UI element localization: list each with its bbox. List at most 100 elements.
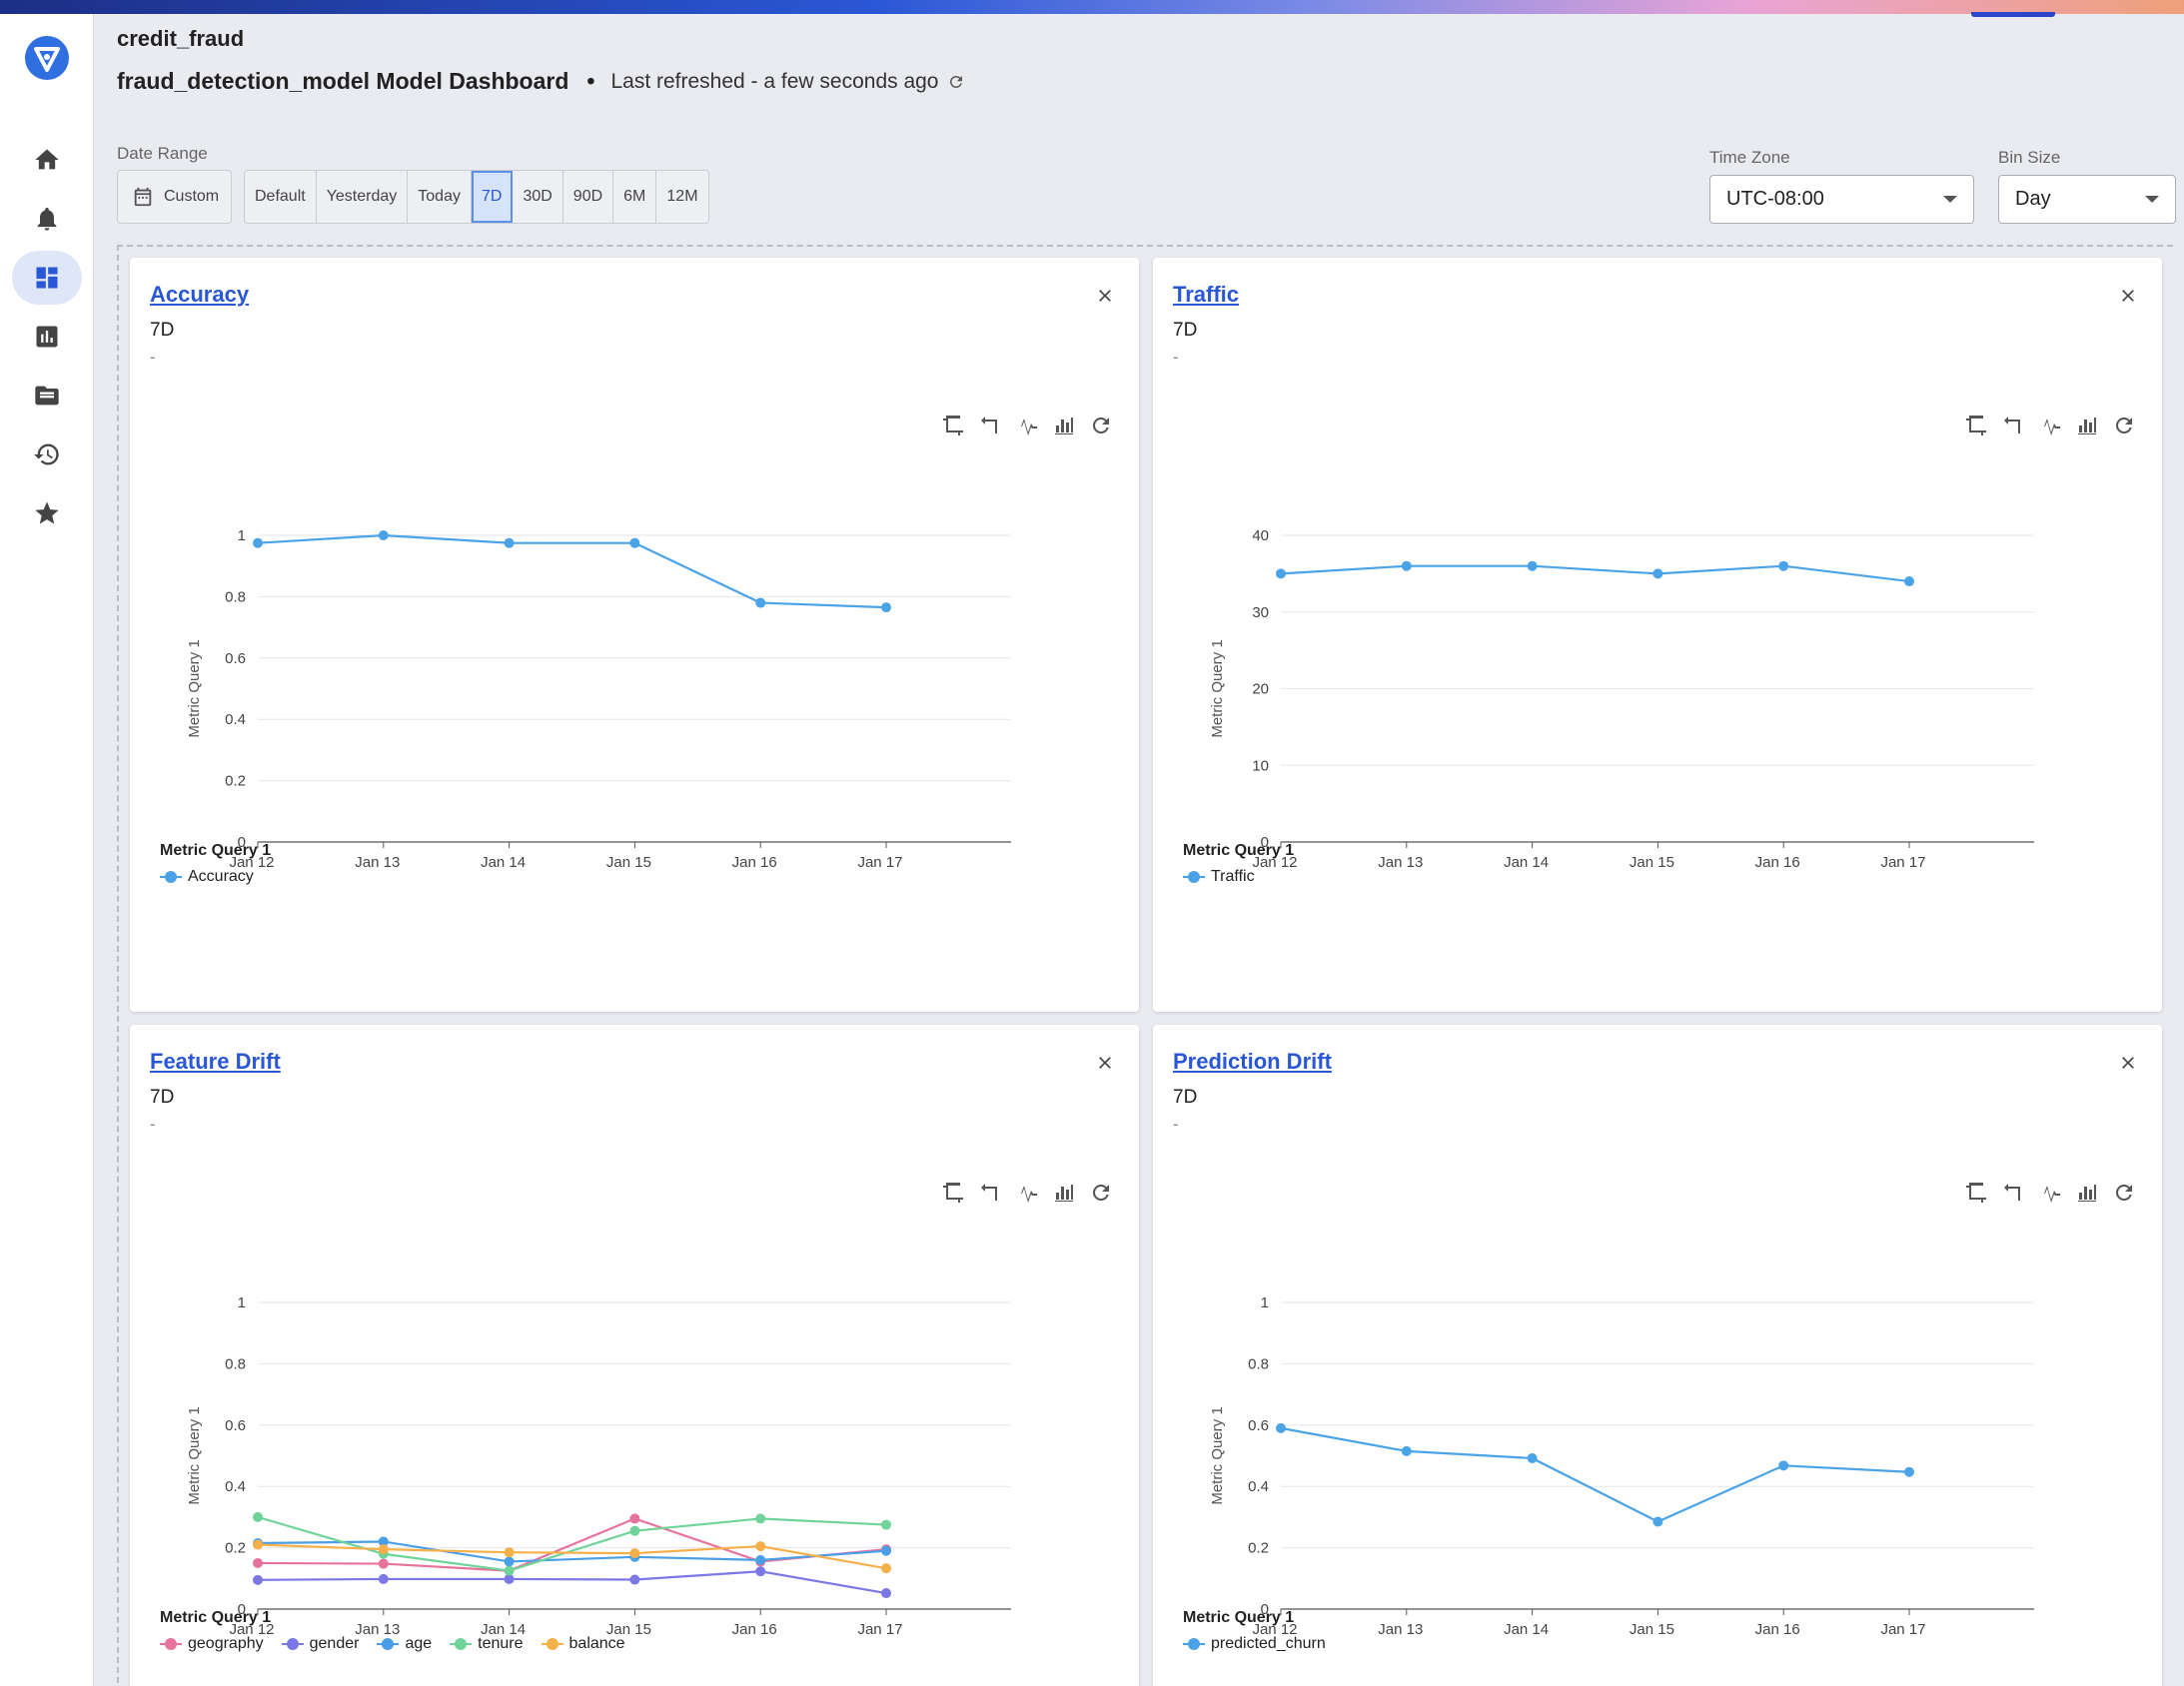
series-line-traffic[interactable] xyxy=(1280,564,1910,583)
sidebar-item-charts[interactable] xyxy=(12,310,82,364)
bar-mode-icon[interactable] xyxy=(1052,1181,1076,1205)
zoom-reset-icon[interactable] xyxy=(978,1181,1002,1205)
data-point-age[interactable] xyxy=(504,1556,515,1567)
sidebar-item-favorites[interactable] xyxy=(12,486,82,540)
data-point-balance[interactable] xyxy=(253,1539,263,1550)
card-title[interactable]: Traffic xyxy=(1173,282,1239,308)
line-mode-icon[interactable] xyxy=(2038,414,2062,437)
sidebar-item-folders[interactable] xyxy=(12,369,82,422)
card-range: 7D xyxy=(150,1087,175,1108)
data-point-traffic[interactable] xyxy=(1527,560,1538,571)
data-point-balance[interactable] xyxy=(629,1548,640,1559)
data-point-geography[interactable] xyxy=(253,1557,263,1568)
line-mode-icon[interactable] xyxy=(1015,1181,1039,1205)
zoom-area-icon[interactable] xyxy=(1964,1181,1988,1205)
line-chart: 0 0.2 0.4 0.6 0.8 1 Metric Query 1 Jan 12 Jan 13… xyxy=(186,527,1011,871)
card-title[interactable]: Accuracy xyxy=(150,282,249,308)
data-point-predicted-churn[interactable] xyxy=(1401,1445,1412,1456)
y-tick-label: 0.4 xyxy=(1248,1478,1269,1495)
data-point-accuracy[interactable] xyxy=(629,537,640,548)
time-zone-select[interactable]: UTC-08:00 xyxy=(1709,175,1974,224)
data-point-predicted-churn[interactable] xyxy=(1778,1460,1789,1471)
sidebar-item-dashboards[interactable] xyxy=(12,251,82,305)
app-logo[interactable] xyxy=(25,36,69,80)
data-point-gender[interactable] xyxy=(378,1573,389,1584)
refresh-icon[interactable] xyxy=(947,73,965,91)
data-point-accuracy[interactable] xyxy=(504,537,515,548)
reload-icon[interactable] xyxy=(2112,414,2136,437)
data-point-balance[interactable] xyxy=(881,1563,891,1574)
data-point-balance[interactable] xyxy=(504,1547,515,1558)
card-title[interactable]: Feature Drift xyxy=(150,1049,281,1075)
data-point-tenure[interactable] xyxy=(504,1565,515,1576)
close-icon[interactable] xyxy=(2118,286,2138,306)
data-point-balance[interactable] xyxy=(378,1544,389,1555)
zoom-area-icon[interactable] xyxy=(941,414,965,437)
series-line-gender[interactable] xyxy=(257,1570,887,1595)
zoom-reset-icon[interactable] xyxy=(978,414,1002,437)
data-point-accuracy[interactable] xyxy=(253,537,263,548)
zoom-area-icon[interactable] xyxy=(941,1181,965,1205)
data-point-accuracy[interactable] xyxy=(378,530,389,540)
data-point-traffic[interactable] xyxy=(1276,568,1286,579)
reload-icon[interactable] xyxy=(2112,1181,2136,1205)
zoom-reset-icon[interactable] xyxy=(2001,414,2025,437)
data-point-traffic[interactable] xyxy=(1401,560,1412,571)
sidebar-item-home[interactable] xyxy=(12,133,82,187)
data-point-balance[interactable] xyxy=(755,1541,766,1552)
range-button-today[interactable]: Today xyxy=(408,171,472,223)
data-point-tenure[interactable] xyxy=(755,1513,766,1524)
data-point-accuracy[interactable] xyxy=(881,602,891,613)
range-button-yesterday[interactable]: Yesterday xyxy=(317,171,409,223)
data-point-gender[interactable] xyxy=(629,1574,640,1585)
range-button-default[interactable]: Default xyxy=(245,171,317,223)
data-point-predicted-churn[interactable] xyxy=(1276,1422,1286,1433)
close-icon[interactable] xyxy=(1095,1053,1115,1073)
data-point-age[interactable] xyxy=(881,1545,891,1556)
close-icon[interactable] xyxy=(2118,1053,2138,1073)
card-title[interactable]: Prediction Drift xyxy=(1173,1049,1332,1075)
data-point-predicted-churn[interactable] xyxy=(1652,1516,1663,1527)
data-point-tenure[interactable] xyxy=(629,1525,640,1536)
data-point-gender[interactable] xyxy=(253,1574,263,1585)
y-tick-label: 1 xyxy=(238,527,246,544)
data-point-geography[interactable] xyxy=(378,1558,389,1569)
last-refreshed-text: Last refreshed - a few seconds ago xyxy=(610,69,939,93)
bar-mode-icon[interactable] xyxy=(2075,414,2099,437)
line-mode-icon[interactable] xyxy=(2038,1181,2062,1205)
x-tick-label: Jan 16 xyxy=(732,1621,777,1638)
series-line-predicted-churn[interactable] xyxy=(1280,1426,1910,1523)
bar-mode-icon[interactable] xyxy=(2075,1181,2099,1205)
sidebar-item-alerts[interactable] xyxy=(12,192,82,246)
data-point-gender[interactable] xyxy=(755,1566,766,1577)
data-point-predicted-churn[interactable] xyxy=(1527,1452,1538,1463)
data-point-accuracy[interactable] xyxy=(755,597,766,608)
range-button-7d[interactable]: 7D xyxy=(471,171,514,223)
range-button-30d[interactable]: 30D xyxy=(513,171,563,223)
chart-card-prediction-drift: Prediction Drift 7D - Metric Query 1 pre… xyxy=(1153,1025,2162,1686)
zoom-area-icon[interactable] xyxy=(1964,414,1988,437)
bar-mode-icon[interactable] xyxy=(1052,414,1076,437)
range-button-6m[interactable]: 6M xyxy=(613,171,657,223)
data-point-age[interactable] xyxy=(755,1554,766,1565)
data-point-traffic[interactable] xyxy=(1652,568,1663,579)
breadcrumb[interactable]: credit_fraud xyxy=(117,26,244,52)
zoom-reset-icon[interactable] xyxy=(2001,1181,2025,1205)
data-point-tenure[interactable] xyxy=(253,1511,263,1522)
range-button-90d[interactable]: 90D xyxy=(563,171,614,223)
close-icon[interactable] xyxy=(1095,286,1115,306)
line-mode-icon[interactable] xyxy=(1015,414,1039,437)
reload-icon[interactable] xyxy=(1089,414,1113,437)
bin-size-select[interactable]: Day xyxy=(1998,175,2176,224)
reload-icon[interactable] xyxy=(1089,1181,1113,1205)
sidebar-item-history[interactable] xyxy=(12,427,82,481)
data-point-tenure[interactable] xyxy=(881,1519,891,1530)
custom-range-button[interactable]: Custom xyxy=(117,170,232,224)
data-point-traffic[interactable] xyxy=(1904,576,1914,587)
data-point-predicted-churn[interactable] xyxy=(1904,1466,1914,1477)
data-point-geography[interactable] xyxy=(629,1513,640,1524)
data-point-gender[interactable] xyxy=(881,1588,891,1599)
chart-toolbox xyxy=(941,414,1113,437)
data-point-traffic[interactable] xyxy=(1778,560,1789,571)
range-button-12m[interactable]: 12M xyxy=(656,171,707,223)
